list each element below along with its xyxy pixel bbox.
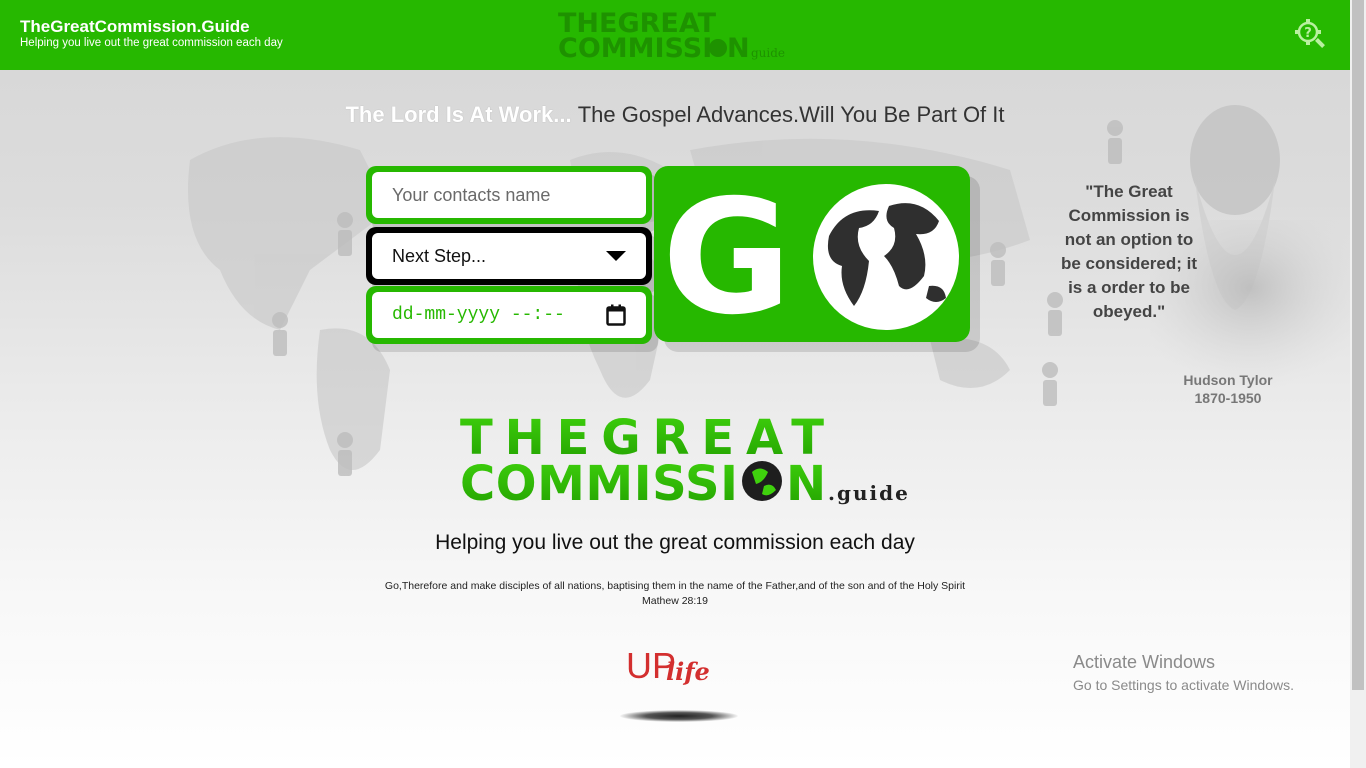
bible-verse: Go,Therefore and make disciples of all n…	[0, 579, 1350, 609]
date-placeholder: dd-mm-yyyy --:--	[392, 305, 565, 325]
tagline-part1: The Lord Is At Work...	[345, 102, 572, 127]
uplife-logo[interactable]: UP life	[626, 642, 726, 688]
header-logo[interactable]: THEGREAT COMMISSI N guide	[558, 8, 798, 62]
date-wrapper: dd-mm-yyyy --:--	[366, 286, 652, 344]
verse-reference: Mathew 28:19	[642, 595, 708, 607]
globe-icon	[813, 184, 959, 330]
top-header: TheGreatCommission.Guide Helping you liv…	[0, 0, 1350, 70]
caret-down-icon	[606, 251, 626, 261]
go-graphic: G	[662, 166, 959, 350]
verse-text: Go,Therefore and make disciples of all n…	[384, 580, 966, 592]
quote-text: "The Great Commission is not an option t…	[1060, 182, 1198, 321]
site-title[interactable]: TheGreatCommission.Guide	[20, 17, 250, 37]
quote-author-years: 1870-1950	[1194, 390, 1262, 406]
main-logo: THEGREAT COMMISSI N .guide	[460, 410, 910, 510]
header-logo-line2: COMMISSI	[558, 33, 712, 62]
uplife-life: life	[666, 657, 710, 686]
contact-name-input[interactable]: Your contacts name	[372, 172, 646, 218]
helping-text: Helping you live out the great commissio…	[435, 531, 915, 554]
main-logo-line2-end: N	[786, 456, 826, 510]
header-logo-suffix: guide	[751, 46, 785, 60]
logo-shadow	[620, 710, 738, 722]
quote-author-name: Hudson Tylor	[1183, 372, 1273, 388]
activate-subtitle: Go to Settings to activate Windows.	[1073, 677, 1294, 693]
header-logo-line2-end: N	[727, 33, 750, 62]
date-time-input[interactable]: dd-mm-yyyy --:--	[372, 292, 646, 338]
next-step-wrapper: Next Step...	[366, 227, 652, 285]
tagline-part2: The Gospel Advances.Will You Be Part Of …	[577, 102, 1005, 127]
main-logo-suffix: .guide	[828, 481, 910, 505]
activate-title: Activate Windows	[1073, 652, 1216, 672]
next-step-value: Next Step...	[392, 245, 487, 266]
calendar-icon[interactable]	[606, 304, 626, 326]
quote-author-block: Hudson Tylor 1870-1950	[1160, 371, 1296, 407]
hero-tagline: The Lord Is At Work... The Gospel Advanc…	[0, 102, 1350, 128]
go-button[interactable]: G	[654, 166, 970, 350]
contact-name-wrapper: Your contacts name	[366, 166, 652, 224]
go-letter: G	[662, 166, 792, 342]
activate-windows-watermark: Activate Windows Go to Settings to activ…	[1073, 652, 1294, 693]
svg-text:?: ?	[1304, 26, 1312, 41]
help-gear-magnifier-icon[interactable]: ?	[1294, 18, 1326, 50]
main-logo-line2: COMMISSI	[460, 456, 738, 510]
site-subtitle: Helping you live out the great commissio…	[20, 37, 283, 49]
next-step-select[interactable]: Next Step...	[372, 233, 646, 279]
scrollbar-thumb[interactable]	[1352, 0, 1364, 690]
